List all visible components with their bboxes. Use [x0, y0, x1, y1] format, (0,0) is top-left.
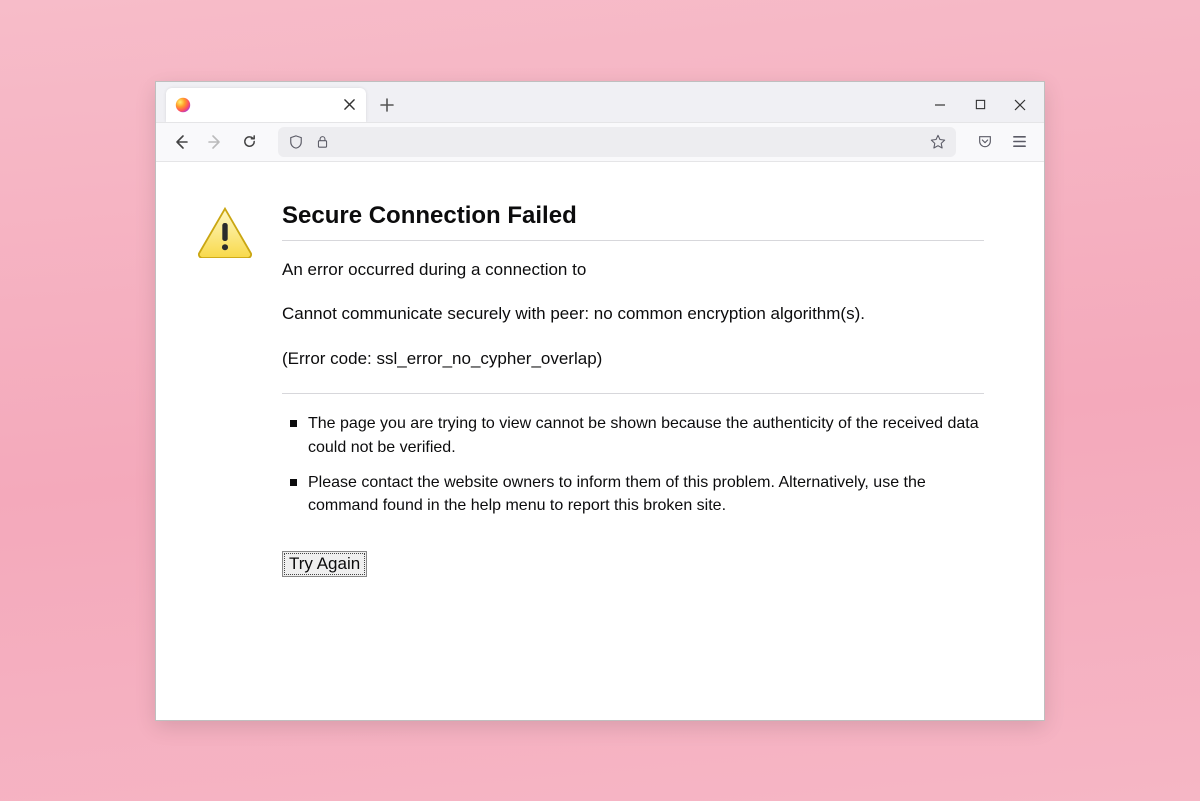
bookmark-star-icon[interactable] [928, 132, 948, 152]
error-heading: Secure Connection Failed [282, 202, 984, 241]
error-body: Secure Connection Failed An error occurr… [282, 202, 984, 720]
minimize-button[interactable] [920, 90, 960, 120]
close-window-button[interactable] [1000, 90, 1040, 120]
tab-strip [156, 82, 1044, 122]
error-bullets: The page you are trying to view cannot b… [282, 412, 984, 517]
warning-icon [196, 202, 254, 720]
maximize-button[interactable] [960, 90, 1000, 120]
try-again-button[interactable]: Try Again [282, 551, 367, 577]
error-line-2: Cannot communicate securely with peer: n… [282, 303, 984, 326]
divider [282, 393, 984, 394]
back-button[interactable] [166, 127, 196, 157]
app-menu-icon[interactable] [1004, 127, 1034, 157]
tab-close-icon[interactable] [340, 96, 358, 114]
url-bar[interactable] [278, 127, 956, 157]
window-controls [920, 88, 1044, 122]
lock-icon[interactable] [312, 132, 332, 152]
firefox-favicon [174, 96, 192, 114]
url-input[interactable] [338, 134, 922, 149]
forward-button[interactable] [200, 127, 230, 157]
bullet-item: Please contact the website owners to inf… [286, 471, 984, 517]
bullet-item: The page you are trying to view cannot b… [286, 412, 984, 458]
nav-toolbar [156, 122, 1044, 162]
error-code: (Error code: ssl_error_no_cypher_overlap… [282, 348, 984, 371]
error-line-1: An error occurred during a connection to [282, 259, 984, 282]
shield-icon[interactable] [286, 132, 306, 152]
pocket-icon[interactable] [970, 127, 1000, 157]
page-content: Secure Connection Failed An error occurr… [156, 162, 1044, 720]
browser-window: Secure Connection Failed An error occurr… [155, 81, 1045, 721]
new-tab-button[interactable] [372, 90, 402, 120]
reload-button[interactable] [234, 127, 264, 157]
browser-tab[interactable] [166, 88, 366, 122]
